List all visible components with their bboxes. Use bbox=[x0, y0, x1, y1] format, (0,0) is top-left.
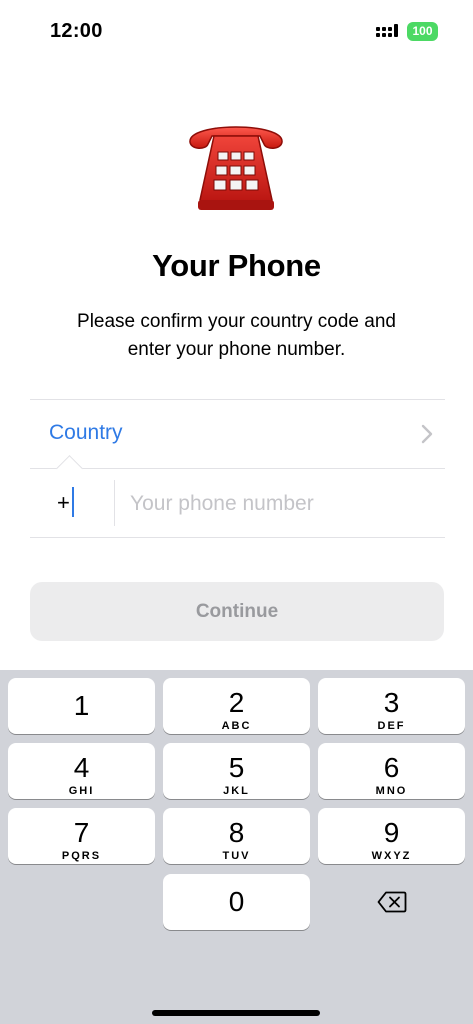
key-letters: TUV bbox=[222, 850, 251, 862]
page-subtitle: Please confirm your country code and ent… bbox=[77, 311, 396, 360]
chevron-right-icon bbox=[421, 424, 433, 444]
backspace-icon bbox=[377, 891, 406, 913]
divider-bottom bbox=[30, 537, 445, 538]
key-1[interactable]: 1 bbox=[8, 678, 155, 734]
key-letters: DEF bbox=[377, 720, 406, 732]
key-0[interactable]: 0 bbox=[163, 874, 310, 930]
key-digit: 2 bbox=[228, 687, 245, 718]
key-digit: 5 bbox=[228, 752, 245, 783]
page-title: Your Phone bbox=[152, 248, 321, 283]
country-label: Country bbox=[49, 421, 123, 444]
cellular-signal-icon bbox=[376, 24, 398, 37]
status-time: 12:00 bbox=[50, 20, 103, 42]
key-letters: PQRS bbox=[61, 850, 102, 862]
key-7[interactable]: 7 PQRS bbox=[8, 808, 155, 864]
red-telephone-icon bbox=[189, 126, 283, 210]
key-9[interactable]: 9 WXYZ bbox=[318, 808, 465, 864]
key-letters: JKL bbox=[223, 785, 250, 797]
delete-key[interactable] bbox=[318, 874, 465, 930]
text-cursor bbox=[72, 487, 74, 517]
key-4[interactable]: 4 GHI bbox=[8, 743, 155, 799]
key-letters: GHI bbox=[68, 785, 95, 797]
country-code-field[interactable]: + bbox=[30, 469, 114, 537]
key-8[interactable]: 8 TUV bbox=[163, 808, 310, 864]
country-code-prefix: + bbox=[57, 490, 70, 515]
country-selector[interactable]: Country bbox=[30, 400, 445, 468]
phone-number-input[interactable] bbox=[130, 489, 430, 519]
key-2[interactable]: 2 ABC bbox=[163, 678, 310, 734]
battery-icon: 100 bbox=[407, 22, 438, 41]
key-digit: 6 bbox=[383, 752, 400, 783]
key-letters: MNO bbox=[375, 785, 408, 797]
key-5[interactable]: 5 JKL bbox=[163, 743, 310, 799]
key-digit: 7 bbox=[73, 817, 90, 848]
home-indicator[interactable] bbox=[152, 1010, 320, 1016]
key-letters: WXYZ bbox=[371, 850, 412, 862]
field-separator bbox=[114, 480, 115, 526]
continue-button[interactable]: Continue bbox=[30, 582, 444, 641]
numeric-keypad: 1 2 ABC 3 DEF 4 GHI 5 JKL 6 MNO 7 PQRS 8… bbox=[0, 670, 473, 1024]
key-6[interactable]: 6 MNO bbox=[318, 743, 465, 799]
key-digit: 8 bbox=[228, 817, 245, 848]
key-digit: 0 bbox=[228, 886, 245, 917]
key-letters: ABC bbox=[221, 720, 252, 732]
key-3[interactable]: 3 DEF bbox=[318, 678, 465, 734]
key-digit: 1 bbox=[73, 690, 90, 721]
key-digit: 4 bbox=[73, 752, 90, 783]
key-digit: 3 bbox=[383, 687, 400, 718]
status-bar: 12:00 100 bbox=[0, 0, 473, 62]
key-digit: 9 bbox=[383, 817, 400, 848]
